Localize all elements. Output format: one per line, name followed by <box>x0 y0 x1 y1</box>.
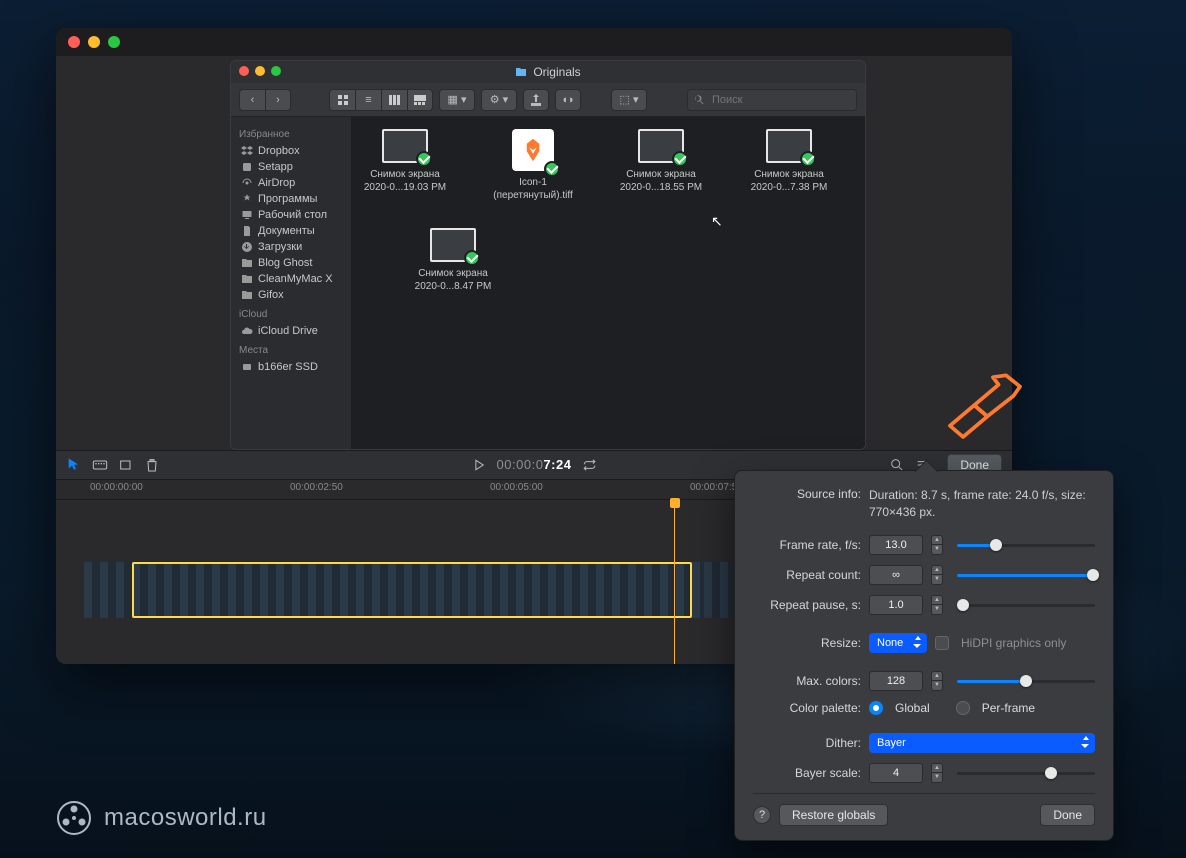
popover-done-button[interactable]: Done <box>1040 804 1095 826</box>
clip[interactable] <box>84 562 704 618</box>
sidebar-item-ssd[interactable]: b166er SSD <box>239 359 343 375</box>
folder-icon <box>515 66 527 78</box>
repeat-pause-field[interactable]: 1.0 <box>869 595 923 615</box>
zoom-icon[interactable] <box>108 36 120 48</box>
palette-global-radio[interactable] <box>869 701 883 715</box>
minimize-icon[interactable] <box>255 66 265 76</box>
sidebar-item-blogghost[interactable]: Blog Ghost <box>239 255 343 271</box>
favorites-label: Избранное <box>239 129 343 140</box>
frame-rate-stepper[interactable]: ▲▼ <box>931 535 943 555</box>
max-colors-stepper[interactable]: ▲▼ <box>931 671 943 691</box>
close-icon[interactable] <box>239 66 249 76</box>
file-item[interactable]: Снимок экрана2020-0...19.03 PM <box>361 129 449 202</box>
sidebar-item-gifox[interactable]: Gifox <box>239 287 343 303</box>
bayer-scale-label: Bayer scale: <box>753 766 861 780</box>
finder-toolbar: ‹ › ≡ ▦ ▾ ⚙ ▾ ◖◗ ⬚ ▾ <box>231 83 865 117</box>
timecode: 00:00:07:24 <box>497 457 572 473</box>
dither-label: Dither: <box>753 736 861 750</box>
places-label: Места <box>239 345 343 356</box>
export-settings-popover: Source info: Duration: 8.7 s, frame rate… <box>734 470 1114 841</box>
frame-rate-field[interactable]: 13.0 <box>869 535 923 555</box>
max-colors-label: Max. colors: <box>753 674 861 688</box>
help-button[interactable]: ? <box>753 806 771 824</box>
sidebar-item-downloads[interactable]: Загрузки <box>239 239 343 255</box>
repeat-pause-stepper[interactable]: ▲▼ <box>931 595 943 615</box>
sidebar-item-icloud[interactable]: iCloud Drive <box>239 323 343 339</box>
tags-button[interactable]: ◖◗ <box>555 89 581 111</box>
repeat-pause-label: Repeat pause, s: <box>753 598 861 612</box>
frame-rate-slider[interactable] <box>957 535 1095 555</box>
icloud-label: iCloud <box>239 309 343 320</box>
crop-icon[interactable] <box>118 457 134 473</box>
close-icon[interactable] <box>68 36 80 48</box>
bayer-scale-field[interactable]: 4 <box>869 763 923 783</box>
max-colors-field[interactable]: 128 <box>869 671 923 691</box>
repeat-pause-slider[interactable] <box>957 595 1095 615</box>
frame-rate-label: Frame rate, f/s: <box>753 538 861 552</box>
share-button[interactable] <box>523 89 549 111</box>
sidebar-item-dropbox[interactable]: Dropbox <box>239 143 343 159</box>
trash-icon[interactable] <box>144 457 160 473</box>
zoom-icon[interactable] <box>271 66 281 76</box>
pointer-tool-icon[interactable] <box>66 457 82 473</box>
window-title: Originals <box>533 65 580 79</box>
sidebar-item-documents[interactable]: Документы <box>239 223 343 239</box>
search-icon <box>693 94 705 106</box>
hidpi-checkbox[interactable] <box>935 636 949 650</box>
file-item[interactable]: Icon-1(перетянутый).tiff <box>489 129 577 202</box>
file-item[interactable]: Снимок экрана2020-0...8.47 PM <box>409 228 497 293</box>
max-colors-slider[interactable] <box>957 671 1095 691</box>
sidebar-item-cleanmymac[interactable]: CleanMyMac X <box>239 271 343 287</box>
bayer-scale-slider[interactable] <box>957 763 1095 783</box>
palette-label: Color palette: <box>753 701 861 715</box>
resize-label: Resize: <box>753 636 861 650</box>
loop-icon[interactable] <box>581 457 597 473</box>
keyboard-icon[interactable] <box>92 457 108 473</box>
file-item[interactable]: Снимок экрана2020-0...7.38 PM <box>745 129 833 202</box>
finder-window: Originals ‹ › ≡ ▦ ▾ ⚙ ▾ ◖◗ ⬚ ▾ <box>230 60 866 450</box>
arrange-button[interactable]: ▦ ▾ <box>439 89 475 111</box>
repeat-count-stepper[interactable]: ▲▼ <box>931 565 943 585</box>
dropbox-button[interactable]: ⬚ ▾ <box>611 89 647 111</box>
finder-content: Снимок экрана2020-0...19.03 PM Icon-1(пе… <box>351 117 865 449</box>
sidebar-item-desktop[interactable]: Рабочий стол <box>239 207 343 223</box>
view-column-button[interactable] <box>381 89 407 111</box>
repeat-count-field[interactable]: ∞ <box>869 565 923 585</box>
clip-selection[interactable] <box>132 562 692 618</box>
playhead[interactable] <box>674 500 675 664</box>
watermark-icon <box>56 800 92 836</box>
finder-sidebar: Избранное Dropbox Setapp AirDrop Програм… <box>231 117 351 449</box>
search-field[interactable] <box>687 89 857 111</box>
play-button[interactable] <box>471 457 487 473</box>
hidpi-label: HiDPI graphics only <box>961 636 1066 650</box>
sidebar-item-setapp[interactable]: Setapp <box>239 159 343 175</box>
bayer-scale-stepper[interactable]: ▲▼ <box>931 763 943 783</box>
palette-global-label: Global <box>895 701 930 715</box>
action-button[interactable]: ⚙ ▾ <box>481 89 517 111</box>
source-info-text: Duration: 8.7 s, frame rate: 24.0 f/s, s… <box>869 487 1095 521</box>
fox-icon <box>518 135 548 165</box>
back-button[interactable]: ‹ <box>239 89 265 111</box>
repeat-count-label: Repeat count: <box>753 568 861 582</box>
minimize-icon[interactable] <box>88 36 100 48</box>
file-item[interactable]: Снимок экрана2020-0...18.55 PM <box>617 129 705 202</box>
view-list-button[interactable]: ≡ <box>355 89 381 111</box>
dither-select[interactable]: Bayer <box>869 733 1095 753</box>
palette-perframe-label: Per-frame <box>982 701 1035 715</box>
restore-globals-button[interactable]: Restore globals <box>779 804 888 826</box>
sidebar-item-airdrop[interactable]: AirDrop <box>239 175 343 191</box>
view-icon-button[interactable] <box>329 89 355 111</box>
view-gallery-button[interactable] <box>407 89 433 111</box>
titlebar <box>56 28 1012 56</box>
palette-perframe-radio[interactable] <box>956 701 970 715</box>
repeat-count-slider[interactable] <box>957 565 1095 585</box>
source-info-label: Source info: <box>753 487 861 501</box>
sidebar-item-applications[interactable]: Программы <box>239 191 343 207</box>
forward-button[interactable]: › <box>265 89 291 111</box>
watermark: macosworld.ru <box>56 800 267 836</box>
search-input[interactable] <box>687 89 857 111</box>
watermark-text: macosworld.ru <box>104 804 267 832</box>
resize-select[interactable]: None <box>869 633 927 653</box>
